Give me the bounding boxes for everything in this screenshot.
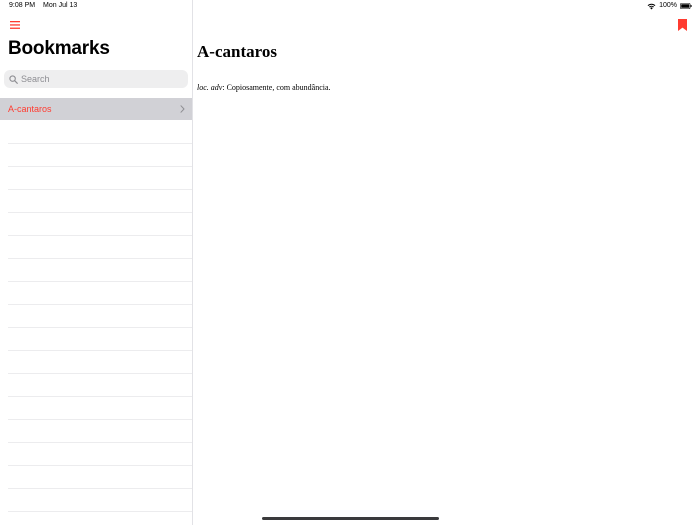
wifi-icon (647, 3, 656, 9)
empty-row-separator (8, 212, 192, 213)
bookmark-flag-icon[interactable] (678, 19, 687, 31)
empty-row-separator (8, 281, 192, 282)
empty-row-separator (8, 373, 192, 374)
home-indicator[interactable] (262, 517, 439, 520)
empty-row-separator (8, 166, 192, 167)
bookmark-item-label: A-cantaros (8, 104, 52, 114)
grammar-tag: loc. adv (197, 83, 223, 92)
empty-row-separator (8, 350, 192, 351)
empty-row-separator (8, 511, 192, 512)
status-right: 100% (647, 0, 692, 12)
detail-pane: A-cantaros loc. adv: Copiosamente, com a… (193, 0, 700, 525)
empty-row-separator (8, 235, 192, 236)
empty-row-separator (8, 488, 192, 489)
empty-row-separator (8, 327, 192, 328)
entry-title: A-cantaros (197, 42, 277, 61)
sidebar: Bookmarks A-cantaros (0, 0, 193, 525)
sidebar-title: Bookmarks (8, 38, 110, 59)
search-input[interactable] (21, 74, 171, 84)
entry-definition: loc. adv: Copiosamente, com abundância. (197, 83, 331, 92)
empty-row-separator (8, 143, 192, 144)
status-bar: 9:08 PM Mon Jul 13 100% (0, 0, 700, 12)
empty-row-separator (8, 465, 192, 466)
bookmark-item-a-cantaros[interactable]: A-cantaros (0, 98, 192, 120)
status-date: Mon Jul 13 (43, 2, 78, 9)
search-field[interactable] (4, 70, 188, 88)
status-left: 9:08 PM Mon Jul 13 (9, 0, 77, 12)
hamburger-menu-icon[interactable] (10, 21, 20, 29)
status-time: 9:08 PM (9, 2, 36, 9)
empty-row-separator (8, 442, 192, 443)
empty-row-separator (8, 258, 192, 259)
empty-row-separator (8, 396, 192, 397)
empty-row-separator (8, 304, 192, 305)
magnifier-icon (9, 74, 18, 84)
chevron-right-icon (180, 105, 185, 113)
definition-text: Copiosamente, com abundância. (226, 83, 331, 92)
battery-percent: 100% (659, 2, 677, 9)
empty-row-separator (8, 419, 192, 420)
empty-row-separator (8, 189, 192, 190)
battery-icon (680, 3, 692, 9)
